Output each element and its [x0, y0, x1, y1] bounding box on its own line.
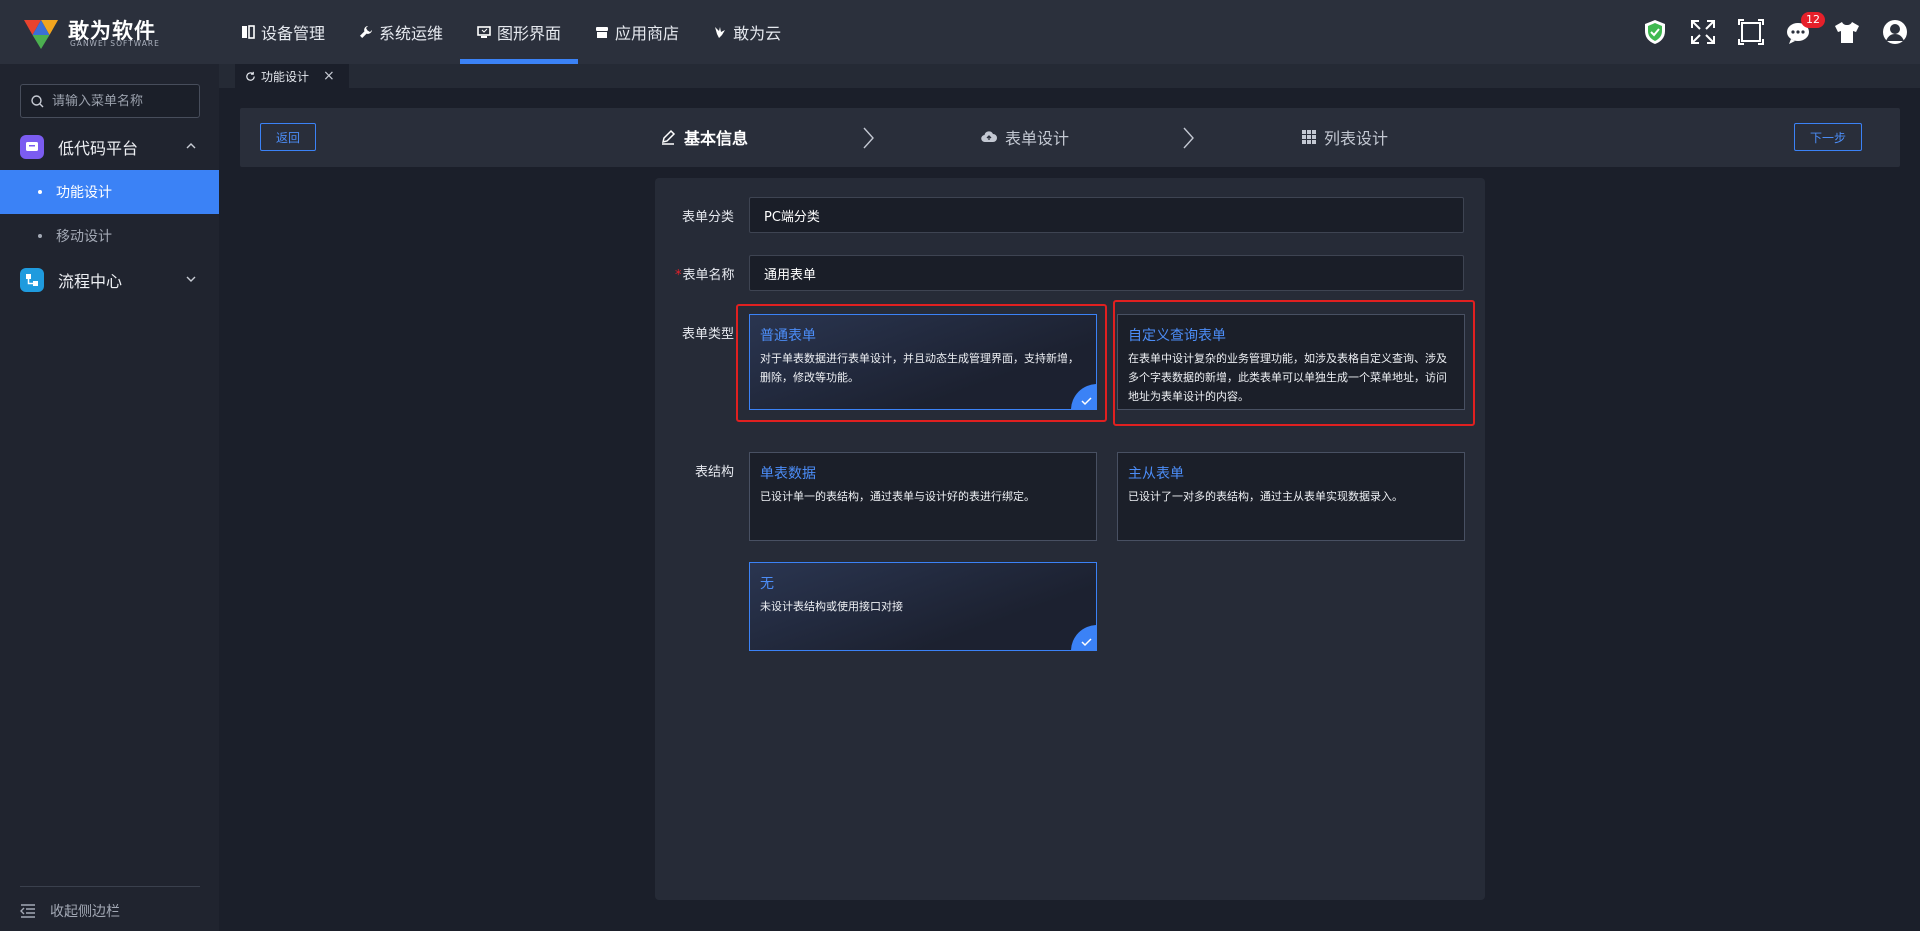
messages-button[interactable]: 12 [1786, 12, 1825, 45]
bullet-dot [38, 234, 42, 238]
grid-icon [1302, 130, 1316, 144]
card-description: 对于单表数据进行表单设计，并且动态生成管理界面，支持新增，删除，修改等功能。 [760, 352, 1079, 384]
card-title: 主从表单 [1128, 466, 1184, 482]
step-label: 基本信息 [684, 129, 749, 148]
edit-pen-icon [661, 129, 676, 145]
bullet-dot [38, 190, 42, 194]
frame-icon [1738, 19, 1764, 45]
nav-item-system-ops[interactable]: 系统运维 [342, 0, 460, 64]
store-icon [596, 27, 609, 38]
theme-skin-button[interactable] [1834, 19, 1860, 45]
card-title: 普通表单 [760, 328, 816, 344]
monitor-icon [477, 26, 491, 38]
brand-logo[interactable]: 敢为软件 GANWEI SOFTWARE [22, 14, 172, 50]
step-list-design[interactable]: 列表设计 [1302, 126, 1388, 148]
chevron-right-icon [1183, 127, 1194, 149]
table-structure-label: 表结构 [695, 465, 735, 480]
back-button[interactable]: 返回 [260, 123, 316, 151]
wizard-steps-bar: 返回 基本信息 表单设计 列表设计 下一步 [240, 108, 1900, 167]
book-icon [242, 25, 255, 39]
step-basic-info[interactable]: 基本信息 [660, 126, 748, 148]
tab-label: 功能设计 [261, 69, 310, 84]
chevron-up-icon [186, 143, 196, 149]
sidebar-item-mobile-design[interactable]: 移动设计 [0, 214, 219, 258]
nav-label: 图形界面 [497, 24, 562, 43]
collapse-menu-icon [20, 904, 35, 918]
card-description: 在表单中设计复杂的业务管理功能，如涉及表格自定义查询、涉及多个字表数据的新增，此… [1128, 352, 1447, 403]
nav-item-device-management[interactable]: 设备管理 [224, 0, 342, 64]
nav-item-graphic-ui[interactable]: 图形界面 [460, 0, 579, 64]
chevron-down-icon [186, 276, 196, 282]
tshirt-icon [1835, 22, 1859, 43]
menu-search-input[interactable] [52, 93, 192, 109]
sidebar-group-workflow[interactable]: 流程中心 [0, 258, 219, 302]
step-form-design[interactable]: 表单设计 [981, 126, 1069, 148]
sidebar-item-label: 移动设计 [56, 229, 112, 245]
tab-function-design[interactable]: 功能设计 × [235, 64, 349, 88]
user-avatar-button[interactable] [1882, 19, 1908, 45]
form-name-label: *表单名称 [675, 264, 735, 283]
avatar-icon [1883, 20, 1907, 44]
nav-label: 敢为云 [733, 24, 782, 43]
card-title: 自定义查询表单 [1128, 328, 1226, 344]
card-description: 未设计表结构或使用接口对接 [760, 600, 903, 613]
collapse-sidebar-button[interactable]: 收起侧边栏 [20, 886, 200, 921]
close-icon[interactable]: × [323, 68, 335, 84]
required-asterisk: * [675, 268, 682, 283]
expand-icon [1691, 20, 1715, 44]
card-title: 无 [760, 576, 774, 592]
structure-card-single-table[interactable]: 单表数据 已设计单一的表结构，通过表单与设计好的表进行绑定。 [749, 452, 1097, 541]
nav-label: 设备管理 [261, 24, 326, 43]
nav-label: 应用商店 [615, 24, 680, 43]
checkmark-corner-icon [1071, 384, 1096, 409]
form-category-input[interactable]: PC端分类 [749, 197, 1464, 233]
nav-label: 系统运维 [379, 24, 444, 43]
nav-item-app-store[interactable]: 应用商店 [578, 0, 696, 64]
form-name-input[interactable]: 通用表单 [749, 255, 1464, 291]
workflow-center-icon [20, 268, 44, 292]
card-title: 单表数据 [760, 466, 816, 482]
bird-icon [715, 27, 726, 38]
notification-count-badge: 12 [1801, 12, 1825, 28]
top-nav: 设备管理 系统运维 图形界面 应用商店 敢为云 [224, 0, 798, 64]
search-icon [31, 94, 44, 107]
sidebar-group-label: 低代码平台 [58, 139, 139, 158]
sidebar-item-function-design[interactable]: 功能设计 [0, 170, 219, 214]
form-type-card-normal[interactable]: 普通表单 对于单表数据进行表单设计，并且动态生成管理界面，支持新增，删除，修改等… [749, 314, 1097, 410]
menu-search-box[interactable] [20, 84, 200, 118]
form-category-label: 表单分类 [682, 210, 735, 225]
sidebar-group-label: 流程中心 [58, 272, 123, 291]
next-step-button[interactable]: 下一步 [1794, 123, 1862, 151]
nav-item-ganwei-cloud[interactable]: 敢为云 [696, 0, 798, 64]
collapse-sidebar-label: 收起侧边栏 [50, 904, 120, 920]
toolbar-right: 12 [1642, 12, 1908, 52]
tab-bar: 功能设计 × [219, 64, 1920, 88]
card-description: 已设计了一对多的表结构，通过主从表单实现数据录入。 [1128, 490, 1403, 503]
screen-frame-button[interactable] [1738, 19, 1764, 45]
top-bar: 敢为软件 GANWEI SOFTWARE 设备管理 系统运维 图形界面 应用商店… [0, 0, 1920, 64]
shield-icon [1645, 20, 1665, 44]
refresh-icon[interactable] [245, 71, 256, 82]
wrench-icon [360, 26, 373, 38]
form-type-card-custom-query[interactable]: 自定义查询表单 在表单中设计复杂的业务管理功能，如涉及表格自定义查询、涉及多个字… [1117, 314, 1465, 410]
form-name-label-text: 表单名称 [682, 268, 735, 283]
brand-subtitle: GANWEI SOFTWARE [70, 39, 160, 48]
security-shield-button[interactable] [1642, 19, 1668, 45]
form-type-label: 表单类型 [682, 327, 735, 342]
form-panel: 表单分类 PC端分类 *表单名称 通用表单 表单类型 普通表单 对于单表数据进行… [655, 178, 1485, 900]
structure-card-master-detail[interactable]: 主从表单 已设计了一对多的表结构，通过主从表单实现数据录入。 [1117, 452, 1465, 541]
checkmark-corner-icon [1071, 625, 1096, 650]
sidebar-group-lowcode[interactable]: 低代码平台 [0, 125, 219, 169]
lowcode-platform-icon [20, 135, 44, 159]
structure-card-none[interactable]: 无 未设计表结构或使用接口对接 [749, 562, 1097, 651]
logo-mark-icon [24, 20, 58, 49]
step-label: 表单设计 [1005, 129, 1070, 148]
cloud-upload-icon [981, 131, 997, 143]
chevron-right-icon [863, 127, 874, 149]
fullscreen-button[interactable] [1690, 19, 1716, 45]
sidebar: 低代码平台 功能设计 移动设计 流程中心 收起侧边栏 [0, 64, 219, 931]
step-label: 列表设计 [1324, 129, 1389, 148]
card-description: 已设计单一的表结构，通过表单与设计好的表进行绑定。 [760, 490, 1035, 503]
sidebar-item-label: 功能设计 [56, 185, 112, 201]
